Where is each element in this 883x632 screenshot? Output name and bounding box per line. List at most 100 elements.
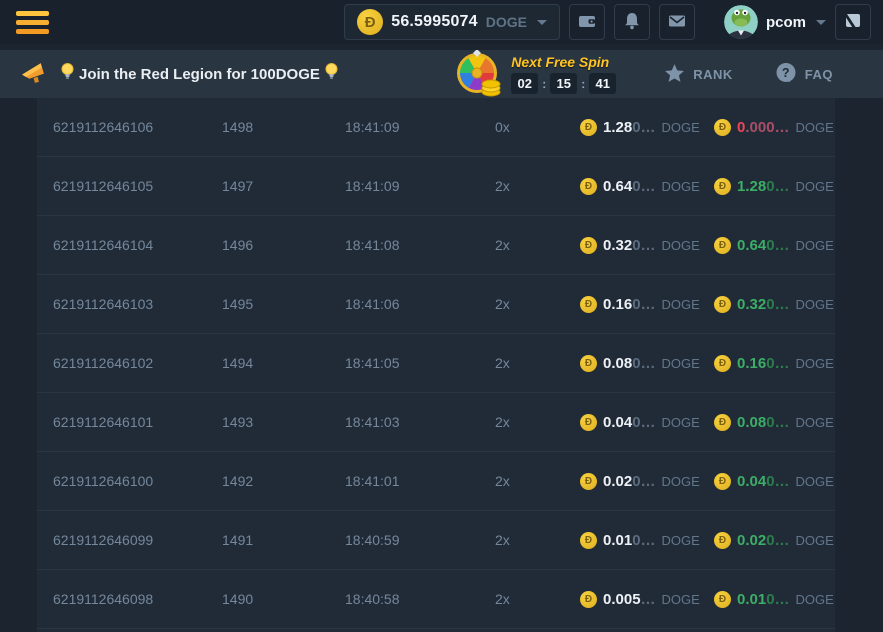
menu-icon[interactable] [14,7,51,38]
currency-label: DOGE [796,474,834,489]
roll-number: 1491 [222,532,345,548]
balance-amount: 56.5995074 [391,13,478,31]
profit-amount: 0.160… DOGE [714,355,834,372]
multiplier: 2x [495,355,580,371]
multiplier: 2x [495,591,580,607]
wallet-button[interactable] [569,4,605,40]
mail-icon [667,11,687,34]
svg-text:?: ? [782,66,790,80]
chat-toggle-button[interactable] [835,4,871,40]
doge-coin-icon [714,591,731,608]
multiplier: 2x [495,237,580,253]
table-row[interactable]: 6219112646100 1492 18:41:01 2x 0.020… DO… [37,452,835,511]
bet-amount: 0.320… DOGE [580,237,714,254]
bet-amount: 0.040… DOGE [580,414,714,431]
multiplier: 2x [495,532,580,548]
bell-icon [622,11,642,34]
doge-coin-icon [580,414,597,431]
currency-label: DOGE [662,179,700,194]
doge-coin-icon [580,473,597,490]
announcement-text: Join the Red Legion for 100DOGE [79,66,320,83]
bet-amount: 0.160… DOGE [580,296,714,313]
currency-label: DOGE [662,533,700,548]
doge-coin-icon [580,355,597,372]
bet-time: 18:41:01 [345,473,495,489]
bets-table: 6219112646106 1498 18:41:09 0x 1.280… DO… [37,98,835,632]
bet-amount: 1.280… DOGE [580,119,714,136]
star-icon [664,63,685,86]
user-menu[interactable]: pcom [724,5,826,39]
bet-id: 6219112646100 [53,473,222,489]
profit-amount: 0.010… DOGE [714,591,834,608]
table-row[interactable]: 6219112646104 1496 18:41:08 2x 0.320… DO… [37,216,835,275]
roll-number: 1492 [222,473,345,489]
next-free-spin-label: Next Free Spin [511,54,616,70]
bet-time: 18:40:58 [345,591,495,607]
multiplier: 0x [495,119,580,135]
profit-amount: 0.040… DOGE [714,473,834,490]
currency-label: DOGE [796,179,834,194]
countdown-seconds: 41 [589,73,616,94]
currency-label: DOGE [796,592,834,607]
topbar-right: 56.5995074 DOGE [344,4,871,40]
currency-label: DOGE [662,592,700,607]
currency-label: DOGE [796,297,834,312]
doge-coin-icon [714,473,731,490]
roll-number: 1497 [222,178,345,194]
doge-coin-icon [714,296,731,313]
bet-id: 6219112646099 [53,532,222,548]
currency-label: DOGE [796,120,834,135]
profit-amount: 0.080… DOGE [714,414,834,431]
doge-coin-icon [714,178,731,195]
profit-amount: 1.280… DOGE [714,178,834,195]
doge-coin-icon [580,119,597,136]
faq-link[interactable]: ? FAQ [775,62,833,87]
chevron-down-icon [537,20,547,25]
currency-label: DOGE [796,238,834,253]
countdown-hours: 02 [511,73,538,94]
bet-time: 18:41:03 [345,414,495,430]
bet-id: 6219112646098 [53,591,222,607]
table-row[interactable]: 6219112646098 1490 18:40:58 2x 0.005… DO… [37,570,835,629]
multiplier: 2x [495,296,580,312]
table-row[interactable]: 6219112646105 1497 18:41:09 2x 0.640… DO… [37,157,835,216]
multiplier: 2x [495,178,580,194]
announcement-message[interactable]: Join the Red Legion for 100DOGE [61,63,338,86]
doge-coin-icon [580,296,597,313]
username: pcom [766,14,806,31]
topbar: 56.5995074 DOGE [0,0,883,44]
currency-label: DOGE [796,415,834,430]
roll-number: 1495 [222,296,345,312]
doge-coin-icon [714,414,731,431]
table-row[interactable]: 6219112646102 1494 18:41:05 2x 0.080… DO… [37,334,835,393]
doge-coin-icon [580,591,597,608]
doge-coin-icon [714,532,731,549]
rank-label: RANK [693,67,733,82]
currency-label: DOGE [662,238,700,253]
question-icon: ? [775,62,797,87]
currency-label: DOGE [796,533,834,548]
roll-number: 1496 [222,237,345,253]
messages-button[interactable] [659,4,695,40]
table-row[interactable]: 6219112646106 1498 18:41:09 0x 1.280… DO… [37,98,835,157]
doge-coin-icon [714,119,731,136]
profit-amount: 0.020… DOGE [714,532,834,549]
bet-id: 6219112646105 [53,178,222,194]
faq-label: FAQ [805,67,833,82]
rank-link[interactable]: RANK [664,63,733,86]
currency-label: DOGE [662,297,700,312]
notifications-button[interactable] [614,4,650,40]
bet-time: 18:41:08 [345,237,495,253]
bet-time: 18:41:06 [345,296,495,312]
table-row[interactable]: 6219112646099 1491 18:40:59 2x 0.010… DO… [37,511,835,570]
doge-coin-icon [714,237,731,254]
chevron-down-icon [816,20,826,25]
table-row[interactable]: 6219112646103 1495 18:41:06 2x 0.160… DO… [37,275,835,334]
balance-currency: DOGE [486,14,527,30]
bet-amount: 0.005… DOGE [580,591,714,608]
free-spin-widget[interactable]: Next Free Spin 02 : 15 : 41 [453,50,616,98]
bet-amount: 0.020… DOGE [580,473,714,490]
table-row[interactable]: 6219112646101 1493 18:41:03 2x 0.040… DO… [37,393,835,452]
balance-selector[interactable]: 56.5995074 DOGE [344,4,560,40]
spin-countdown: 02 : 15 : 41 [511,73,616,94]
